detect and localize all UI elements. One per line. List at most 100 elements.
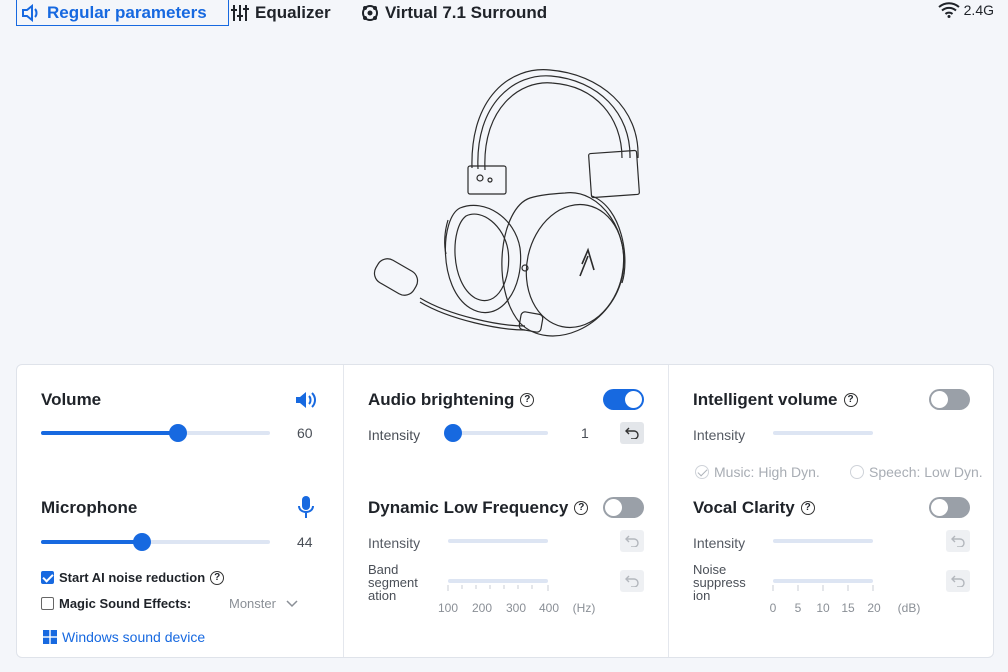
vocal-clarity-toggle[interactable] [929,497,970,518]
audio-brightening-slider[interactable] [444,424,548,442]
toggle-knob [931,391,948,408]
connection-label: 2.4G [963,2,994,18]
tab-regular-parameters[interactable]: Regular parameters [16,0,229,26]
magic-sound-checkbox[interactable] [41,597,54,610]
magic-sound-dropdown[interactable]: Monster [229,596,298,611]
vocal-clarity-slider[interactable] [773,539,873,543]
column-intelligent-vocal: Intelligent volume ? Intensity Music: Hi… [668,365,993,657]
settings-panel: Volume 60 Microphone 44 Start AI noise r… [16,364,994,658]
radio-button[interactable] [850,465,864,479]
intelligent-volume-slider[interactable] [773,431,873,435]
dynamic-low-frequency-title: Dynamic Low Frequency ? [368,498,589,518]
band-segmentation-slider[interactable] [448,579,548,583]
ai-noise-reduction-label: Start AI noise reduction [59,570,206,585]
vocal-clarity-title: Vocal Clarity ? [693,498,815,518]
magic-sound-label: Magic Sound Effects: [59,596,192,611]
dynamic-low-frequency-reset-button[interactable] [620,530,644,552]
volume-title-text: Volume [41,390,102,409]
toggle-knob [625,391,642,408]
band-label-line: ation [368,588,397,603]
undo-icon [951,535,965,547]
noise-unit: (dB) [897,601,921,615]
microphone-value: 44 [297,534,313,550]
band-tick: 100 [437,601,459,615]
tab-label: Virtual 7.1 Surround [385,3,548,22]
radio-speech-low-dyn[interactable]: Speech: Low Dyn. [850,464,983,480]
noise-label-line: ion [693,588,711,603]
vocal-clarity-intensity-label: Intensity [693,535,746,551]
help-icon[interactable]: ? [574,501,589,515]
toggle-knob [931,499,948,516]
magic-sound-row: Magic Sound Effects: [41,596,191,611]
help-icon[interactable]: ? [210,570,225,585]
volume-value: 60 [297,425,313,441]
noise-tick: 5 [794,601,802,615]
windows-sound-device-link[interactable]: Windows sound device [43,629,205,645]
windows-logo-icon [43,630,57,644]
microphone-slider-thumb[interactable] [132,533,151,551]
microphone-slider[interactable] [41,533,270,551]
ai-noise-reduction-checkbox[interactable] [41,571,54,584]
noise-tick: 10 [816,601,830,615]
band-segmentation-label: Band segment ation [368,563,418,602]
undo-icon [625,427,639,439]
tab-virtual-surround[interactable]: Virtual 7.1 Surround [361,0,547,26]
band-tick: 300 [505,601,527,615]
dynamic-low-frequency-toggle[interactable] [603,497,644,518]
noise-suppression-label: Noise suppress ion [693,563,746,602]
microphone-title-text: Microphone [41,498,138,517]
surround-icon [362,5,378,21]
vocal-clarity-reset-button[interactable] [946,530,970,552]
dynamic-low-frequency-intensity-label: Intensity [368,535,421,551]
noise-tick: 15 [841,601,855,615]
tab-equalizer[interactable]: Equalizer [231,0,331,26]
band-segmentation-reset-button[interactable] [620,570,644,592]
radio-music-high-dyn[interactable]: Music: High Dyn. [695,464,820,480]
ai-noise-reduction-row: Start AI noise reduction ? [41,570,225,585]
headset-illustration [373,69,640,337]
undo-icon [951,575,965,587]
intelligent-volume-intensity-label: Intensity [693,427,746,443]
noise-suppression-reset-button[interactable] [946,570,970,592]
radio-button[interactable] [695,465,709,479]
audio-brightening-toggle[interactable] [603,389,644,410]
help-icon[interactable]: ? [800,501,815,515]
intelligent-volume-title-text: Intelligent volume [693,390,838,409]
chevron-down-icon [286,599,298,607]
equalizer-sliders-icon [231,5,249,21]
help-icon[interactable]: ? [843,393,858,407]
microphone-slider-fill [41,540,142,544]
band-tick: 400 [538,601,560,615]
wifi-icon [938,2,960,18]
toggle-knob [605,499,622,516]
microphone-icon[interactable] [298,496,314,518]
audio-brightening-value: 1 [581,425,589,441]
intelligent-volume-toggle[interactable] [929,389,970,410]
app-window: Regular parameters Equalizer Virtual 7.1… [0,0,1008,672]
magic-sound-selected: Monster [229,596,276,611]
column-brightening-lowfreq: Audio brightening ? Intensity 1 Dynamic … [343,365,668,657]
radio-label: Speech: Low Dyn. [869,464,983,480]
microphone-title: Microphone [41,498,137,518]
volume-slider[interactable] [41,424,270,442]
column-volume-mic: Volume 60 Microphone 44 Start AI noise r… [17,365,343,657]
help-icon[interactable]: ? [520,393,535,407]
dynamic-low-frequency-title-text: Dynamic Low Frequency [368,498,569,517]
undo-icon [625,535,639,547]
volume-slider-thumb[interactable] [169,424,188,442]
audio-brightening-intensity-label: Intensity [368,427,421,443]
volume-title: Volume [41,390,101,410]
audio-brightening-slider-thumb[interactable] [444,424,462,442]
noise-tick: 0 [769,601,777,615]
noise-tick: 20 [867,601,881,615]
noise-suppression-slider[interactable] [773,579,873,583]
audio-brightening-title-text: Audio brightening [368,390,515,409]
audio-brightening-reset-button[interactable] [620,422,644,444]
audio-brightening-title: Audio brightening ? [368,390,535,410]
dynamic-low-frequency-slider[interactable] [448,539,548,543]
vocal-clarity-title-text: Vocal Clarity [693,498,795,517]
volume-slider-fill [41,431,179,435]
band-tick: 200 [471,601,493,615]
noise-tick-marks [772,585,874,591]
speaker-volume-icon[interactable] [295,391,317,409]
